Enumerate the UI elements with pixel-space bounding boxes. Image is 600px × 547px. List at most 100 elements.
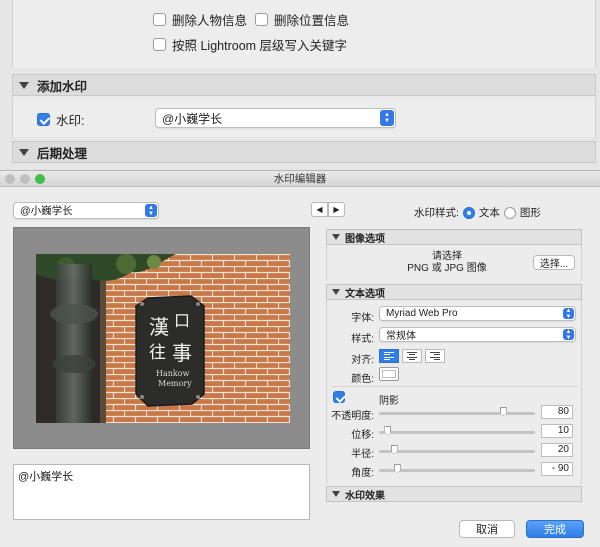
offset-label: 位移: [351,430,374,441]
write-keywords-hierarchy-checkbox[interactable] [153,38,166,51]
image-options-title: 图像选项 [345,233,385,245]
sign-char-4: 事 [172,341,192,365]
write-keywords-hierarchy-option[interactable]: 按照 Lightroom 层级写入关键字 [153,35,347,54]
remove-location-info-option[interactable]: 删除位置信息 [255,10,349,29]
sign-latin-1: Hankow [156,369,190,378]
angle-label: 角度: [351,468,374,479]
done-button-label: 完成 [544,524,566,536]
sign-char-2: 口 [174,311,190,330]
cancel-button[interactable]: 取消 [459,520,515,538]
style-text-label: 文本 [478,207,500,219]
watermark-section-title: 添加水印 [37,79,88,94]
chevron-right-icon: ▶ [333,205,340,214]
text-options-title: 文本选项 [345,288,385,300]
watermark-checkbox-label: 水印: [56,114,85,128]
align-right-button[interactable] [425,349,445,363]
next-image-button[interactable]: ▶ [328,202,345,217]
preview-area: 漢 口 往 事 Hankow Memory [13,227,310,449]
post-processing-section-header[interactable]: 后期处理 [12,141,596,163]
watermark-style-label: 水印样式: [414,207,459,219]
select-arrows-icon: ▲ ▼ [145,204,157,217]
zoom-button[interactable] [35,174,45,184]
shadow-label: 阴影 [379,396,399,407]
preset-select-value: @小巍学长 [20,205,73,217]
watermark-effects-header[interactable]: 水印效果 [326,486,582,502]
disclosure-triangle-icon [19,148,29,156]
close-button[interactable] [5,174,15,184]
window-title: 水印编辑器 [273,173,327,185]
image-hint-line2: PNG 或 JPG 图像 [407,263,487,274]
text-options-panel: 字体: Myriad Web Pro ▲ ▼ 样式: 常规体 ▲ ▼ 对齐: 颜色:… [326,300,582,484]
preset-select[interactable]: @小巍学长 ▲ ▼ [13,202,159,219]
opacity-label: 不透明度: [331,411,374,422]
watermark-editor-window: 水印编辑器 @小巍学长 ▲ ▼ ◀ ▶ 水印样式: 文本 图形 漢 口 往 事 … [0,170,600,547]
font-select[interactable]: Myriad Web Pro ▲ ▼ [379,306,576,321]
angle-slider[interactable] [379,469,535,472]
shadow-checkbox[interactable] [333,391,345,403]
offset-value[interactable]: 10 [541,424,573,438]
preview-photo: 漢 口 往 事 Hankow Memory [36,254,290,423]
divider [331,386,577,387]
select-arrows-icon: ▲ ▼ [380,110,394,126]
opacity-slider[interactable] [379,412,535,415]
sign-char-1: 漢 [149,315,169,339]
post-processing-title: 后期处理 [37,146,88,161]
watermark-section-header[interactable]: 添加水印 [12,74,596,96]
radius-slider[interactable] [379,450,535,453]
done-button[interactable]: 完成 [526,520,584,538]
select-arrows-icon: ▲ ▼ [563,329,574,341]
cancel-button-label: 取消 [476,524,498,536]
chevron-left-icon: ◀ [316,205,323,214]
font-style-value: 常规体 [386,331,416,342]
radius-value[interactable]: 20 [541,443,573,457]
style-text-radio[interactable] [462,206,475,219]
angle-value[interactable]: - 90 [541,462,573,476]
watermark-select[interactable]: @小巍学长 ▲ ▼ [155,108,396,128]
style-label: 样式: [351,334,374,345]
text-options-header[interactable]: 文本选项 [326,284,582,300]
font-style-select[interactable]: 常规体 ▲ ▼ [379,327,576,342]
font-label: 字体: [351,313,374,324]
remove-location-info-checkbox[interactable] [255,13,268,26]
previous-image-button[interactable]: ◀ [311,202,328,217]
write-keywords-hierarchy-label: 按照 Lightroom 层级写入关键字 [172,39,348,53]
disclosure-triangle-icon [332,491,340,497]
watermark-text-value: @小巍学长 [18,471,74,483]
select-arrows-icon: ▲ ▼ [563,308,574,320]
radius-label: 半径: [351,449,374,460]
disclosure-triangle-icon [19,81,29,89]
sign-char-3: 往 [149,343,166,363]
align-label: 对齐: [351,355,374,366]
watermark-effects-title: 水印效果 [345,490,385,502]
style-graphic-radio[interactable] [503,206,516,219]
remove-person-info-option[interactable]: 删除人物信息 [153,10,247,29]
style-graphic-label: 图形 [519,207,541,219]
align-left-button[interactable] [379,349,399,363]
disclosure-triangle-icon [332,289,340,295]
remove-location-info-label: 删除位置信息 [274,14,350,28]
font-select-value: Myriad Web Pro [386,308,458,319]
image-options-header[interactable]: 图像选项 [326,229,582,245]
watermark-text-input[interactable]: @小巍学长 [13,464,310,520]
image-hint: 请选择 PNG 或 JPG 图像 [387,251,507,275]
window-titlebar: 水印编辑器 [0,171,600,187]
offset-slider[interactable] [379,431,535,434]
opacity-value[interactable]: 80 [541,405,573,419]
minimize-button[interactable] [20,174,30,184]
sign-latin-2: Memory [158,379,192,388]
disclosure-triangle-icon [332,234,340,240]
color-label: 颜色: [351,374,374,385]
remove-person-info-label: 删除人物信息 [172,14,248,28]
align-center-button[interactable] [402,349,422,363]
remove-person-info-checkbox[interactable] [153,13,166,26]
watermark-select-value: @小巍学长 [162,111,223,126]
alignment-group [379,349,445,363]
image-hint-line1: 请选择 [432,251,462,262]
choose-image-label: 选择... [539,259,569,270]
image-options-panel: 请选择 PNG 或 JPG 图像 选择... [326,245,582,281]
color-swatch[interactable] [379,367,399,381]
watermark-option[interactable]: 水印: [37,110,84,129]
watermark-checkbox[interactable] [37,113,50,126]
choose-image-button[interactable]: 选择... [533,255,575,270]
export-dialog-background: 删除人物信息 删除位置信息 按照 Lightroom 层级写入关键字 添加水印 … [0,0,600,170]
